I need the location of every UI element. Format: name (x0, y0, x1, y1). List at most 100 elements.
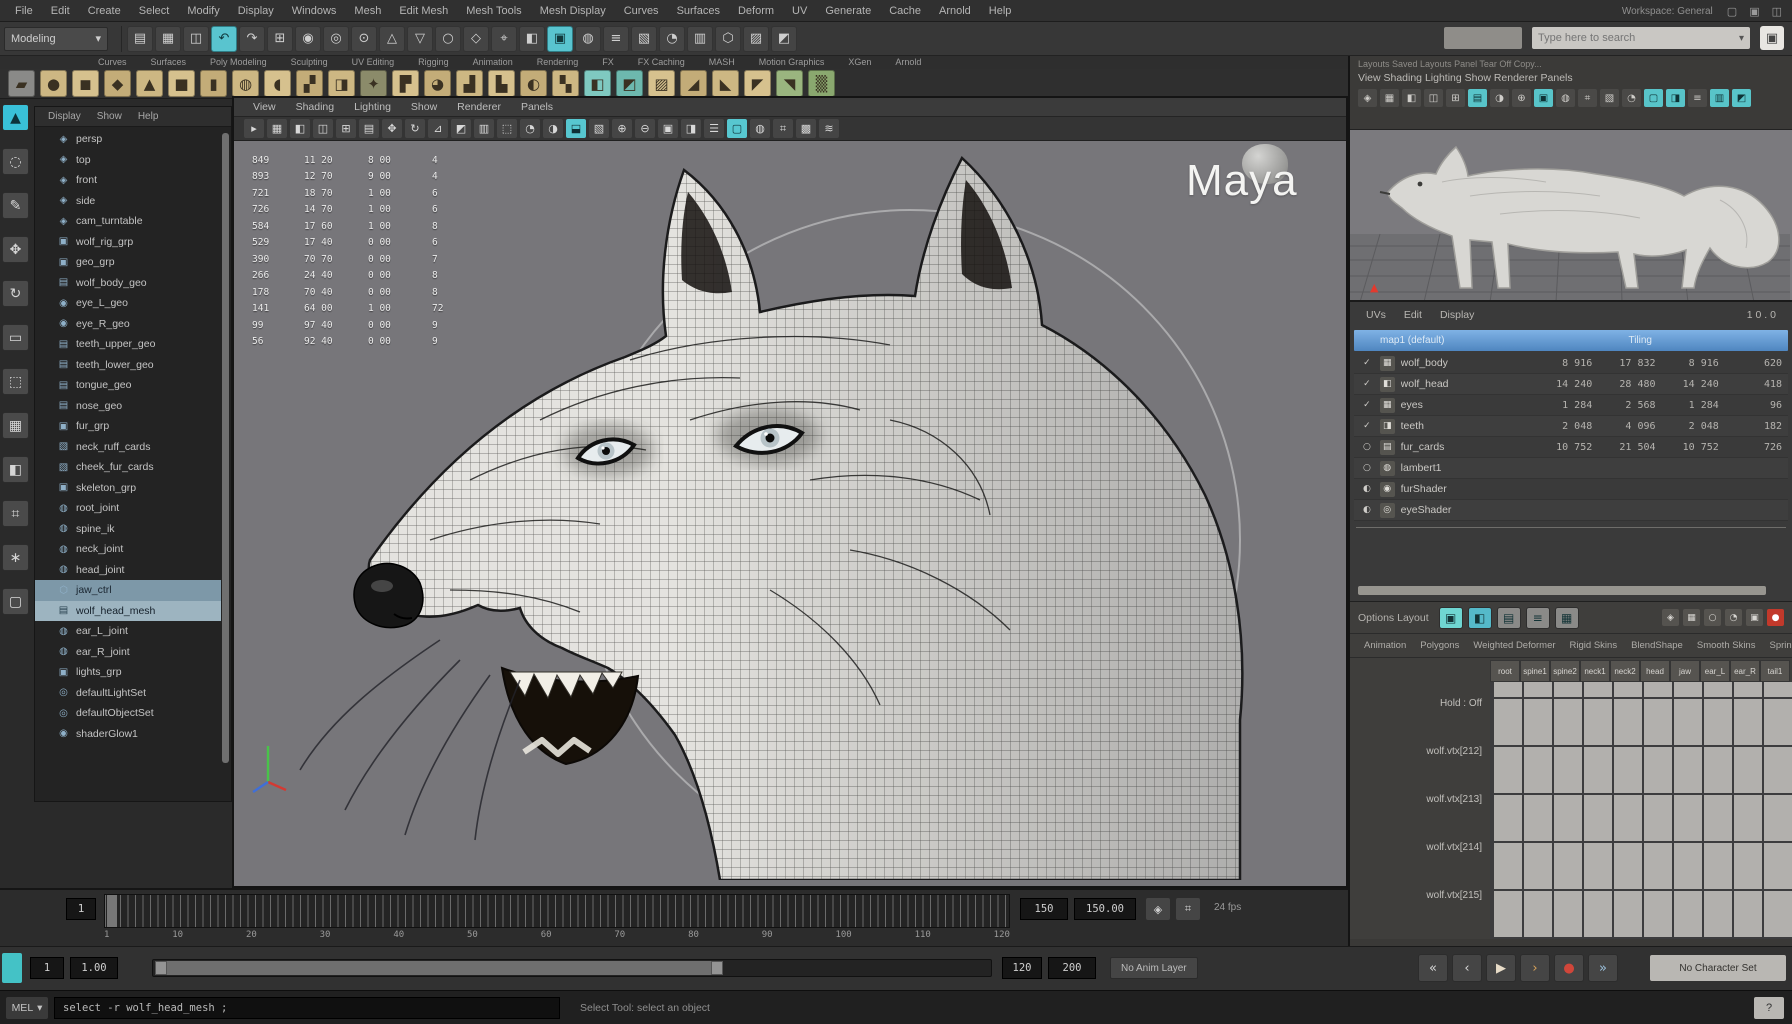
viewport-menu-item[interactable]: Lighting (345, 98, 400, 116)
visibility-icon[interactable]: ○ (1360, 442, 1374, 452)
outliner-item[interactable]: ◈ persp (35, 129, 221, 150)
editor-tab[interactable]: Polygons (1414, 640, 1465, 651)
menu-item[interactable]: Modify (178, 0, 228, 22)
shelf-tool-icon[interactable]: ◍ (232, 70, 259, 97)
time-slider[interactable] (104, 894, 1010, 928)
shelf-tool-icon[interactable]: ◤ (744, 70, 771, 97)
menu-item[interactable]: File (6, 0, 42, 22)
status-tool-icon[interactable]: ▦ (155, 26, 181, 52)
outliner-item[interactable]: ◈ cam_turntable (35, 211, 221, 232)
viewport-toggle-icon[interactable]: ⌗ (773, 119, 793, 138)
viewport-toggle-icon[interactable]: ▤ (359, 119, 379, 138)
editor-option-icon[interactable]: ◈ (1662, 609, 1679, 626)
panel-menu-line[interactable]: View Shading Lighting Show Renderer Pane… (1358, 72, 1784, 84)
help-button[interactable]: ? (1754, 997, 1784, 1019)
status-tool-icon[interactable]: ↷ (239, 26, 265, 52)
toolbox-icon[interactable]: ∗ (2, 544, 29, 571)
table-row[interactable]: ✓ ◧ wolf_head 14 240 28 480 14 240 418 (1354, 374, 1788, 395)
outliner-item[interactable]: ◍ neck_joint (35, 539, 221, 560)
editor-tab[interactable]: Springs (1763, 640, 1792, 651)
playback-option-icon[interactable]: ◈ (1146, 898, 1170, 920)
editor-mode-button[interactable]: ◧ (1468, 607, 1492, 629)
toolbox-icon[interactable]: ▦ (2, 412, 29, 439)
status-tool-icon[interactable]: ⌖ (491, 26, 517, 52)
status-tool-icon[interactable]: ◇ (463, 26, 489, 52)
shelf-tool-icon[interactable]: ◩ (616, 70, 643, 97)
viewport-toggle-icon[interactable]: ▣ (658, 119, 678, 138)
shelf-tool-icon[interactable]: ▙ (488, 70, 515, 97)
outliner-item[interactable]: ▣ wolf_rig_grp (35, 232, 221, 253)
toolbox-icon[interactable]: ↻ (2, 280, 29, 307)
table-row[interactable]: ◐ ◉ furShader (1354, 479, 1788, 500)
joint-column-header[interactable]: ear_L (1700, 660, 1730, 682)
joint-column-header[interactable]: neck2 (1610, 660, 1640, 682)
outliner-item[interactable]: ▣ geo_grp (35, 252, 221, 273)
anim-start-field[interactable] (30, 957, 64, 979)
shelf-tool-icon[interactable]: ◖ (264, 70, 291, 97)
menu-item[interactable]: Edit Mesh (390, 0, 457, 22)
auto-keyframe-toggle[interactable] (2, 953, 22, 983)
transport-button[interactable]: ‹ (1452, 954, 1482, 982)
panel-toggle-icon[interactable]: ≡ (1688, 89, 1707, 107)
shelf-tool-icon[interactable]: ▛ (392, 70, 419, 97)
shelf-tool-icon[interactable]: ▞ (296, 70, 323, 97)
outliner-item[interactable]: ◎ defaultLightSet (35, 683, 221, 704)
menu-item[interactable]: Cache (880, 0, 930, 22)
joint-column-header[interactable]: root (1490, 660, 1520, 682)
menu-item[interactable]: UV (783, 0, 816, 22)
menu-item[interactable]: Deform (729, 0, 783, 22)
transport-button[interactable]: « (1418, 954, 1448, 982)
outliner-item[interactable]: ▤ teeth_lower_geo (35, 355, 221, 376)
current-frame-field[interactable] (1020, 898, 1068, 920)
shelf-tab[interactable]: FX Caching (628, 56, 695, 69)
outliner-item[interactable]: ◈ front (35, 170, 221, 191)
status-tool-icon[interactable]: ◧ (519, 26, 545, 52)
shelf-tab[interactable]: Animation (463, 56, 523, 69)
viewport-toggle-icon[interactable]: ⊞ (336, 119, 356, 138)
panel-toggle-icon[interactable]: ▢ (1644, 89, 1663, 107)
outliner-scrollbar[interactable] (222, 133, 229, 763)
outliner-item[interactable]: ◈ top (35, 150, 221, 171)
search-input[interactable] (1538, 32, 1739, 44)
outliner-item[interactable]: ◉ eye_R_geo (35, 314, 221, 335)
status-tool-icon[interactable]: ▨ (743, 26, 769, 52)
shelf-tool-icon[interactable]: ● (40, 70, 67, 97)
outliner-item[interactable]: ◍ ear_L_joint (35, 621, 221, 642)
panel-toggle-icon[interactable]: ▥ (1710, 89, 1729, 107)
viewport-toggle-icon[interactable]: ◔ (520, 119, 540, 138)
viewport-menu-item[interactable]: Renderer (448, 98, 510, 116)
window-control-icon[interactable]: ◫ (1772, 5, 1782, 18)
script-language-dropdown[interactable]: MEL ▾ (6, 997, 48, 1019)
range-bar[interactable] (159, 961, 719, 975)
status-tool-icon[interactable]: ◎ (323, 26, 349, 52)
toolbox-icon[interactable]: ⬚ (2, 368, 29, 395)
outliner-item[interactable]: ◉ eye_L_geo (35, 293, 221, 314)
status-tool-icon[interactable]: ⊙ (351, 26, 377, 52)
visibility-icon[interactable]: ✓ (1360, 421, 1374, 431)
panel-toggle-icon[interactable]: ⊕ (1512, 89, 1531, 107)
editor-option-icon[interactable]: ◔ (1725, 609, 1742, 626)
status-tool-icon[interactable]: ▧ (631, 26, 657, 52)
joint-column-header[interactable]: neck1 (1580, 660, 1610, 682)
panel-toggle-icon[interactable]: ▣ (1534, 89, 1553, 107)
table-menu-item[interactable]: UVs (1358, 309, 1394, 321)
toolbox-icon[interactable]: ▭ (2, 324, 29, 351)
joint-column-header[interactable]: spine1 (1520, 660, 1550, 682)
viewport-toggle-icon[interactable]: ⊖ (635, 119, 655, 138)
toolbox-icon[interactable]: ◌ (2, 148, 29, 175)
shelf-tool-icon[interactable]: ▚ (552, 70, 579, 97)
status-tool-icon[interactable]: ◉ (295, 26, 321, 52)
status-tool-icon[interactable]: ◔ (659, 26, 685, 52)
editor-option-icon[interactable]: ○ (1704, 609, 1721, 626)
editor-mode-button[interactable]: ▦ (1555, 607, 1579, 629)
editor-tab[interactable]: Smooth Skins (1691, 640, 1762, 651)
panel-toggle-icon[interactable]: ◍ (1556, 89, 1575, 107)
toolbox-icon[interactable]: ▲ (2, 104, 29, 131)
menu-item[interactable]: Mesh (345, 0, 390, 22)
status-tool-icon[interactable]: ▥ (687, 26, 713, 52)
current-frame-indicator[interactable] (107, 895, 117, 927)
anim-layer-button[interactable]: No Anim Layer (1110, 957, 1198, 979)
weights-grid[interactable] (1490, 682, 1792, 939)
character-set-button[interactable]: No Character Set (1650, 955, 1786, 981)
anim-end-field[interactable] (1048, 957, 1096, 979)
